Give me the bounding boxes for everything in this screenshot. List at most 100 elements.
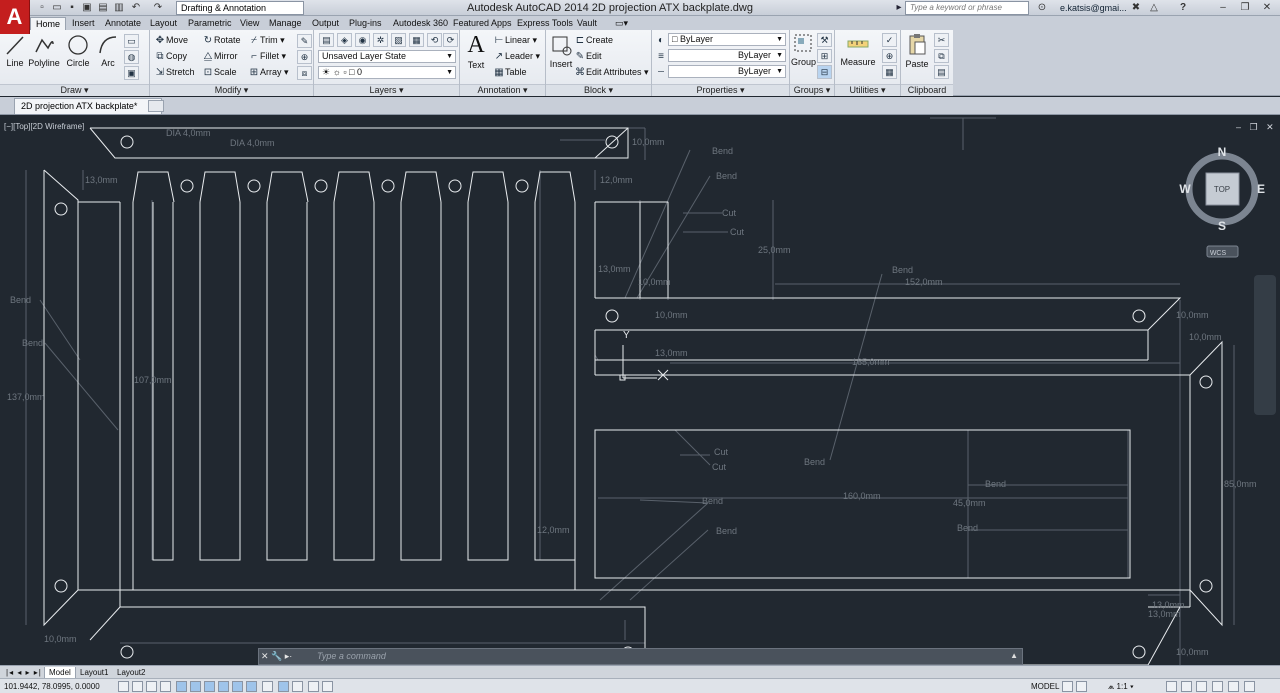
draw-panel-title[interactable]: Draw ▾ [0,84,149,96]
dynamic-ucs-icon[interactable] [232,681,243,692]
clean-screen-icon[interactable] [1244,681,1255,692]
tab-view[interactable]: View [240,17,259,30]
layer-properties-icon[interactable]: ▤ [319,33,334,47]
compass-south-label[interactable]: S [1218,219,1226,233]
rotate-button[interactable]: ↻ Rotate [202,33,241,47]
command-line-tools[interactable]: ✕ 🔧 ▸· [261,651,292,662]
hatch-icon[interactable]: ◍ [124,50,139,64]
groups-panel-title[interactable]: Groups ▾ [790,84,834,96]
edit-attributes-button[interactable]: ⌘Edit Attributes ▾ [574,65,649,79]
help-icon[interactable]: ? [1177,2,1189,14]
layers-panel-title[interactable]: Layers ▾ [314,84,459,96]
text-button[interactable]: A Text [465,32,487,70]
polyline-button[interactable]: Polyline [28,34,60,68]
current-layer-select[interactable]: ☀ ☼ ▫ □ 0 ▼ [318,66,456,79]
open-icon[interactable]: ▭ [51,2,63,14]
layer-previous-icon[interactable]: ⟲ [427,33,442,47]
save-as-icon[interactable]: ▣ [81,2,93,14]
scale-button[interactable]: ⊡ Scale [202,65,237,79]
isolate-objects-icon[interactable] [1212,681,1223,692]
region-icon[interactable]: ▣ [124,66,139,80]
copy-clip-icon[interactable]: ⧉ [934,49,949,63]
leader-button[interactable]: ↗ Leader ▾ [493,49,540,63]
cursor-coordinates[interactable]: 101.9442, 78.0995, 0.0000 [4,680,100,693]
explode-icon[interactable]: ⊕ [297,50,312,64]
quick-view-drawings-icon[interactable] [1076,681,1087,692]
undo-icon[interactable]: ↶ [130,2,142,14]
match-prop-icon[interactable]: ▤ [934,65,949,79]
ungroup-icon[interactable]: ⚒ [817,33,832,47]
layer-state-select[interactable]: Unsaved Layer State ▼ [318,50,456,63]
hardware-acceleration-icon[interactable] [1196,681,1207,692]
lineweight-select[interactable]: ByLayer ▼ [668,49,786,62]
save-icon[interactable]: ▪ [66,2,78,14]
properties-panel-title[interactable]: Properties ▾ [652,84,789,96]
line-button[interactable]: Line [4,34,26,68]
annotation-monitor-icon[interactable] [322,681,333,692]
array-button[interactable]: ⊞ Array ▾ [248,65,289,79]
compass-north-label[interactable]: N [1218,145,1227,159]
redo-icon[interactable]: ↷ [152,2,164,14]
restore-button[interactable]: ❐ [1234,0,1256,15]
command-line[interactable]: ✕ 🔧 ▸· Type a command ▲ [258,648,1023,665]
arc-button[interactable]: Arc [96,34,120,68]
create-block-button[interactable]: ⊏ Create [574,33,613,47]
layer-match-icon[interactable]: ▦ [409,33,424,47]
tab-plugins[interactable]: Plug-ins [349,17,382,30]
close-button[interactable]: ✕ [1256,0,1278,15]
linear-button[interactable]: ⊢ Linear ▾ [493,33,537,47]
user-account[interactable]: e.katsis@gmai... [1060,2,1127,14]
layer-freeze-icon[interactable]: ✲ [373,33,388,47]
move-button[interactable]: ✥ Move [154,33,188,47]
3d-object-snap-icon[interactable] [204,681,215,692]
tab-autodesk-360[interactable]: Autodesk 360 [393,17,448,30]
a360-icon[interactable]: △ [1148,2,1160,14]
binoculars-icon[interactable]: ⊙ [1036,2,1048,14]
object-snap-tracking-icon[interactable] [218,681,229,692]
edit-block-button[interactable]: ✎ Edit [574,49,602,63]
lineweight-toggle-icon[interactable] [262,681,273,692]
mirror-button[interactable]: ⧋ Mirror [202,49,238,63]
tab-express-tools[interactable]: Express Tools [517,17,573,30]
infer-constraints-icon[interactable] [118,681,129,692]
group-button[interactable]: Group [791,33,816,67]
workspace-select[interactable]: Drafting & Annotation [176,1,304,15]
tab-layout[interactable]: Layout [150,17,177,30]
paste-button[interactable]: Paste [904,33,930,69]
layer-isolate-icon[interactable]: ◈ [337,33,352,47]
tab-parametric[interactable]: Parametric [188,17,232,30]
search-input[interactable]: Type a keyword or phrase [905,1,1029,15]
info-arrow-icon[interactable]: ▸ [893,2,905,14]
fillet-button[interactable]: ⌐ Fillet ▾ [248,49,286,63]
command-input[interactable]: Type a command [317,651,386,661]
new-file-tab-button[interactable] [148,100,164,112]
offset-icon[interactable]: ⧈ [297,66,312,80]
viewport-controls-label[interactable]: [−][Top][2D Wireframe] [4,122,84,131]
quick-view-layouts-icon[interactable] [1062,681,1073,692]
compass-east-label[interactable]: E [1257,182,1265,196]
clipboard-panel-title[interactable]: Clipboard [901,84,953,96]
file-tab[interactable]: 2D projection ATX backplate*✕ [14,98,163,114]
view-cube[interactable]: TOP N S E W WCS [1179,145,1265,258]
id-point-icon[interactable]: ⊕ [882,49,897,63]
object-snap-icon[interactable] [190,681,201,692]
drawing-canvas[interactable]: Y DIA 4,0mm DIA 4,0mm 13,0mm 12,0mm 10,0… [0,115,1280,665]
annotation-scale[interactable]: ⩕ 1:1 ▾ [1108,680,1134,693]
tab-home[interactable]: Home [30,17,67,30]
application-menu-button[interactable]: A [0,0,30,34]
layer-lock-icon[interactable]: ▧ [391,33,406,47]
snap-mode-icon[interactable] [132,681,143,692]
cut-icon[interactable]: ✂ [934,33,949,47]
grid-display-icon[interactable] [146,681,157,692]
ortho-mode-icon[interactable] [160,681,171,692]
tab-annotate[interactable]: Annotate [105,17,141,30]
group-selection-icon[interactable]: ⊟ [817,65,832,79]
plot-icon[interactable]: ▤ [97,2,109,14]
model-space-label[interactable]: MODEL [1031,680,1059,693]
quick-properties-icon[interactable] [292,681,303,692]
compass-west-label[interactable]: W [1179,182,1191,196]
dynamic-input-icon[interactable] [246,681,257,692]
layer-off-icon[interactable]: ◉ [355,33,370,47]
tab-insert[interactable]: Insert [72,17,95,30]
annotation-panel-title[interactable]: Annotation ▾ [460,84,545,96]
